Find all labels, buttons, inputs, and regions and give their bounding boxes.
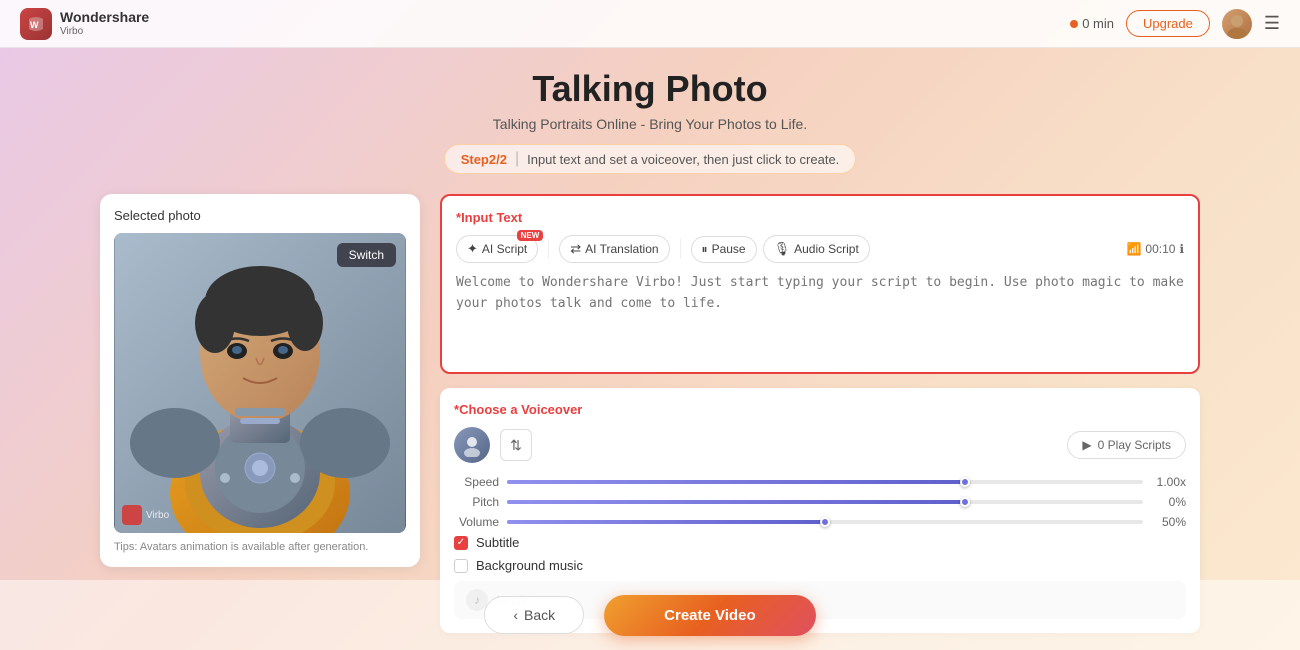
music-row: Background music [454,558,1186,573]
toolbar-divider [548,239,549,259]
pitch-thumb [960,497,970,507]
logo-name: Wondershare [60,10,149,25]
back-button[interactable]: ‹ Back [484,596,584,634]
audio-script-button[interactable]: 🎙 Audio Script [763,235,870,263]
speed-label: Speed [454,475,499,489]
audio-script-label: Audio Script [794,242,859,256]
subtitle-label: Subtitle [476,535,519,550]
header: W Wondershare Virbo 0 min Upgrade ☰ [0,0,1300,48]
back-label: Back [524,607,555,623]
back-icon: ‹ [513,607,518,623]
avatar[interactable] [1222,9,1252,39]
page-subtitle: Talking Portraits Online - Bring Your Ph… [493,116,807,132]
main-content: Talking Photo Talking Portraits Online -… [0,48,1300,633]
timer-dot [1070,20,1078,28]
content-area: Selected photo [100,194,1200,633]
logo-icon: W [20,8,52,40]
switch-button[interactable]: Switch [337,243,396,267]
left-panel: Selected photo [100,194,420,567]
pitch-track [507,500,1143,504]
play-scripts-button[interactable]: ▶ 0 Play Scripts [1067,431,1186,459]
pitch-row: Pitch 0% [454,495,1186,509]
speed-row: Speed 1.00x [454,475,1186,489]
pitch-label: Pitch [454,495,499,509]
step-divider: | [515,150,519,168]
photo-placeholder [114,233,406,533]
subtitle-checkbox[interactable]: ✓ [454,536,468,550]
volume-thumb [820,517,830,527]
music-label: Background music [476,558,583,573]
step-label: Step2/2 [461,152,507,167]
toolbar-divider2 [680,239,681,259]
tips-text: Tips: Avatars animation is available aft… [114,541,406,553]
right-panel: *Input Text ✦ AI Script NEW ⇄ AI Transla… [440,194,1200,633]
play-scripts-label: 0 Play Scripts [1098,438,1171,452]
volume-value: 50% [1151,515,1186,529]
watermark-text: Virbo [146,510,169,521]
watermark: Virbo [122,505,169,525]
input-text-label: Input Text [461,210,522,225]
input-text-title: *Input Text [456,210,1184,225]
toolbar: ✦ AI Script NEW ⇄ AI Translation ⏸ Pause [456,235,1184,263]
selected-photo-label: Selected photo [114,208,406,223]
volume-label: Volume [454,515,499,529]
adjust-button[interactable]: ⇅ [500,429,532,461]
voiceover-label: Choose a Voiceover [459,402,582,417]
ai-translation-label: AI Translation [585,242,658,256]
script-textarea[interactable] [456,273,1184,353]
voiceover-row: ⇅ ▶ 0 Play Scripts [454,427,1186,463]
adjust-icon: ⇅ [510,437,522,454]
ai-translation-button[interactable]: ⇄ AI Translation [559,235,669,263]
watermark-logo [122,505,142,525]
header-timer: 0 min [1070,16,1114,31]
photo-container: Switch Virbo [114,233,406,533]
create-video-button[interactable]: Create Video [604,595,815,636]
pitch-fill [507,500,965,504]
page-title: Talking Photo [532,68,767,110]
menu-icon[interactable]: ☰ [1264,13,1280,34]
new-badge: NEW [517,230,544,241]
logo-sub: Virbo [60,26,149,37]
voiceover-title: *Choose a Voiceover [454,402,1186,417]
translate-icon: ⇄ [570,241,581,257]
wifi-icon: 📶 [1126,242,1141,256]
pause-button[interactable]: ⏸ Pause [691,236,757,263]
ai-script-icon: ✦ [467,241,478,257]
pitch-value: 0% [1151,495,1186,509]
pause-label: Pause [712,242,746,256]
play-icon: ▶ [1082,438,1091,452]
info-icon: ℹ [1179,242,1184,256]
header-right: 0 min Upgrade ☰ [1070,9,1280,39]
ai-script-button[interactable]: ✦ AI Script NEW [456,235,538,263]
subtitle-row: ✓ Subtitle [454,535,1186,550]
volume-row: Volume 50% [454,515,1186,529]
volume-track [507,520,1143,524]
audio-icon: 🎙 [774,241,791,257]
step-desc: Input text and set a voiceover, then jus… [527,152,839,167]
upgrade-button[interactable]: Upgrade [1126,10,1210,37]
speed-value: 1.00x [1151,475,1186,489]
music-checkbox[interactable] [454,559,468,573]
timer-display: 📶 00:10 ℹ [1126,242,1184,256]
speed-track [507,480,1143,484]
volume-fill [507,520,825,524]
timer-text: 00:10 [1145,242,1175,256]
input-text-section: *Input Text ✦ AI Script NEW ⇄ AI Transla… [440,194,1200,374]
bottom-bar: ‹ Back Create Video [0,580,1300,650]
pause-icon: ⏸ [702,242,708,257]
ai-script-label: AI Script [482,242,527,256]
step-bar: Step2/2 | Input text and set a voiceover… [444,144,857,174]
svg-text:W: W [30,20,39,30]
logo: W Wondershare Virbo [20,8,149,40]
speed-thumb [960,477,970,487]
speed-fill [507,480,965,484]
timer-value: 0 min [1082,16,1114,31]
voice-avatar[interactable] [454,427,490,463]
